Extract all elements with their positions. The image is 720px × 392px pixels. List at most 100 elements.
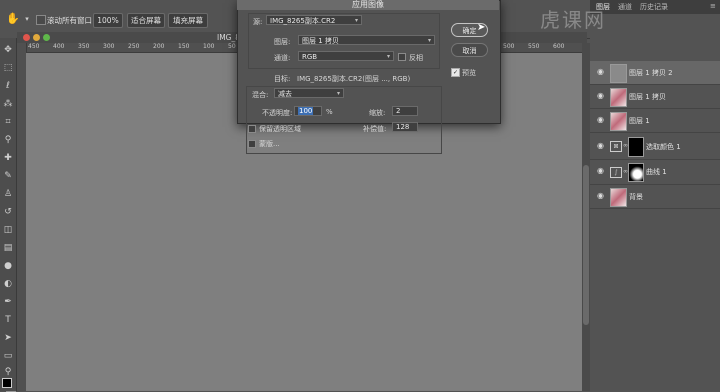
layer-row[interactable]: ◉ 背景 [590, 185, 720, 209]
mouse-cursor-icon: ➤ [477, 22, 486, 33]
ruler-tick-label: 250 [128, 43, 140, 50]
brush-tool-icon[interactable]: ✎ [2, 170, 14, 182]
layer-name: 图层 1 [629, 117, 650, 125]
type-tool-icon[interactable]: T [2, 314, 14, 326]
shape-tool-icon[interactable]: ▭ [2, 350, 14, 362]
visibility-eye-icon[interactable]: ◉ [597, 92, 605, 100]
watermark-logo: 虎课网 [540, 8, 606, 32]
visibility-eye-icon[interactable]: ◉ [597, 192, 605, 200]
blending-label: 混合: [252, 91, 269, 99]
tool-preset-dropdown-icon[interactable]: ▾ [20, 12, 34, 26]
vertical-scroll-thumb[interactable] [583, 165, 589, 325]
opacity-input[interactable]: 100 [294, 106, 322, 116]
layer-thumbnail [610, 88, 627, 107]
visibility-eye-icon[interactable]: ◉ [597, 167, 605, 175]
preserve-transparency-label: 保留透明区域 [259, 125, 301, 133]
zoom-tool-icon[interactable]: ⚲ [2, 366, 14, 378]
pen-tool-icon[interactable]: ✒ [2, 296, 14, 308]
minimize-window-icon[interactable] [33, 34, 40, 41]
tools-panel: ✥ ⬚ ℓ ⁂ ⌗ ⚲ ✚ ✎ ♙ ↺ ◫ ▤ ● ◐ ✒ T ➤ ▭ ⚲ [0, 38, 17, 392]
layer-name: 背景 [629, 193, 643, 201]
gradient-tool-icon[interactable]: ▤ [2, 242, 14, 254]
ruler-tick-label: 550 [528, 43, 540, 50]
source-select[interactable]: IMG_8265副本.CR2 ▾ [266, 15, 362, 25]
layer-mask-thumbnail[interactable] [628, 137, 644, 157]
scroll-all-windows-label: 滚动所有窗口 [47, 16, 92, 25]
zoom-100-button[interactable]: 100% [93, 13, 123, 28]
ruler-tick-label: 450 [28, 43, 40, 50]
ruler-tick-label: 500 [503, 43, 515, 50]
dropdown-arrow-icon: ▾ [354, 17, 358, 24]
path-selection-tool-icon[interactable]: ➤ [2, 332, 14, 344]
ruler-tick-label: 350 [78, 43, 90, 50]
opacity-unit: % [326, 108, 333, 116]
scale-input[interactable]: 2 [392, 106, 418, 116]
fit-screen-button[interactable]: 适合屏幕 [127, 13, 165, 28]
foreground-color-swatch[interactable] [2, 378, 12, 388]
ruler-tick-label: 600 [553, 43, 565, 50]
lasso-tool-icon[interactable]: ℓ [2, 80, 14, 92]
close-window-icon[interactable] [23, 34, 30, 41]
layer-row[interactable]: ◉ 图层 1 [590, 109, 720, 133]
cancel-button[interactable]: 取消 [451, 43, 488, 57]
visibility-eye-icon[interactable]: ◉ [597, 116, 605, 124]
mask-checkbox[interactable] [248, 140, 256, 148]
fill-screen-button[interactable]: 填充屏幕 [168, 13, 208, 28]
ruler-tick-label: 50 [228, 43, 236, 50]
ruler-tick-label: 150 [178, 43, 190, 50]
layer-row[interactable]: ◉ 图层 1 拷贝 [590, 85, 720, 109]
layer-name: 图层 1 拷贝 [629, 93, 666, 101]
offset-input[interactable]: 128 [392, 122, 418, 132]
tab-channels[interactable]: 通道 [618, 2, 632, 12]
blur-tool-icon[interactable]: ● [2, 260, 14, 272]
opacity-label: 不透明度: [262, 109, 293, 117]
preview-label: 预览 [462, 69, 476, 77]
layer-name: 选取颜色 1 [646, 143, 681, 151]
layers-panel-tabs: 图层 通道 历史记录 ≡ [590, 0, 720, 14]
scale-label: 缩放: [369, 109, 386, 117]
preserve-transparency-checkbox[interactable] [248, 125, 256, 133]
visibility-eye-icon[interactable]: ◉ [597, 142, 605, 150]
curves-adjustment-icon: ∫ [610, 167, 622, 178]
layer-row[interactable]: ◉ 图层 1 拷贝 2 [590, 61, 720, 85]
dropdown-arrow-icon: ▾ [427, 37, 431, 44]
blending-mode-select[interactable]: 减去 ▾ [274, 88, 344, 98]
channel-select[interactable]: RGB ▾ [298, 51, 394, 61]
magic-wand-tool-icon[interactable]: ⁂ [2, 98, 14, 110]
ruler-tick-label: 200 [153, 43, 165, 50]
dialog-title: 应用图像 [237, 0, 499, 10]
layer-thumbnail [610, 112, 627, 131]
layer-select[interactable]: 图层 1 拷贝 ▾ [298, 35, 435, 45]
layer-row[interactable]: ◉ ∫ ∞ 曲线 1 [590, 160, 720, 185]
crop-tool-icon[interactable]: ⌗ [2, 116, 14, 128]
offset-label: 补偿值: [363, 125, 387, 133]
invert-label: 反相 [409, 54, 423, 62]
healing-brush-tool-icon[interactable]: ✚ [2, 152, 14, 164]
zoom-window-icon[interactable] [43, 34, 50, 41]
ruler-tick-label: 100 [203, 43, 215, 50]
history-brush-tool-icon[interactable]: ↺ [2, 206, 14, 218]
target-value: IMG_8265副本.CR2(图层 ..., RGB) [297, 75, 411, 83]
move-tool-icon[interactable]: ✥ [2, 44, 14, 56]
dodge-tool-icon[interactable]: ◐ [2, 278, 14, 290]
layer-thumbnail [610, 188, 627, 207]
mask-label: 蒙版... [259, 140, 280, 148]
clone-stamp-tool-icon[interactable]: ♙ [2, 188, 14, 200]
dropdown-arrow-icon: ▾ [336, 90, 340, 97]
tab-history[interactable]: 历史记录 [640, 2, 668, 12]
panel-menu-icon[interactable]: ≡ [710, 2, 716, 10]
preview-checkbox[interactable]: ✓ [451, 68, 460, 77]
eraser-tool-icon[interactable]: ◫ [2, 224, 14, 236]
layer-mask-thumbnail[interactable] [628, 163, 644, 182]
selective-color-adjustment-icon: ⊠ [610, 141, 622, 152]
layer-row[interactable]: ◉ ⊠ ∞ 选取颜色 1 [590, 133, 720, 160]
scroll-all-windows-checkbox[interactable] [36, 15, 46, 25]
invert-checkbox[interactable] [398, 53, 406, 61]
marquee-tool-icon[interactable]: ⬚ [2, 62, 14, 74]
hand-tool-icon[interactable]: ✋ [6, 12, 20, 26]
layer-name: 曲线 1 [646, 168, 667, 176]
target-label: 目标: [274, 75, 291, 83]
eyedropper-tool-icon[interactable]: ⚲ [2, 134, 14, 146]
dropdown-arrow-icon: ▾ [386, 53, 390, 60]
visibility-eye-icon[interactable]: ◉ [597, 68, 605, 76]
